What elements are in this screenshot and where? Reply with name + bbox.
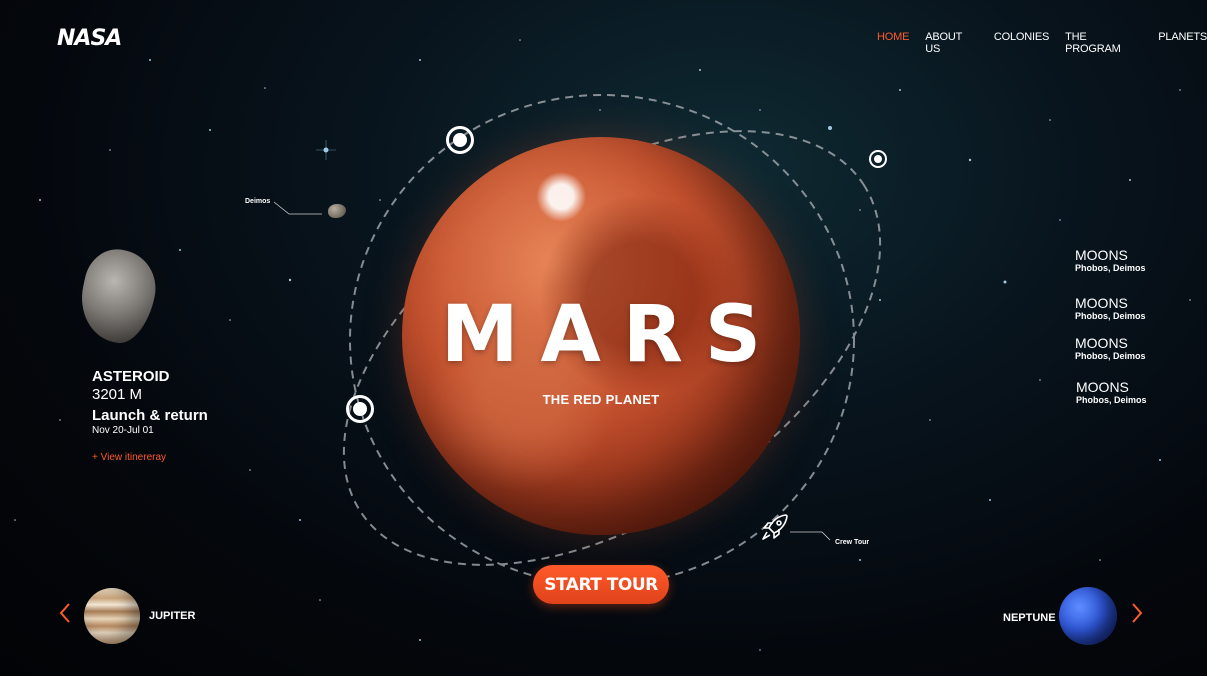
asteroid-launch: Launch & return xyxy=(92,407,208,424)
list-item: MOONS Phobos, Deimos xyxy=(1075,247,1146,273)
asteroid-info: ASTEROID 3201 M Launch & return Nov 20-J… xyxy=(92,368,208,463)
crew-tour-label: Crew Tour xyxy=(835,539,870,546)
chevron-right-icon[interactable] xyxy=(1130,602,1144,624)
moons-names: Phobos, Deimos xyxy=(1076,395,1147,405)
nav-about-us[interactable]: ABOUT US xyxy=(925,31,978,55)
hero-subtitle: THE RED PLANET xyxy=(542,392,660,407)
asteroid-distance: 3201 M xyxy=(92,386,143,403)
moons-heading: MOONS xyxy=(1076,379,1129,395)
moons-names: Phobos, Deimos xyxy=(1075,311,1146,321)
nav-home[interactable]: HOME xyxy=(877,31,909,55)
hero-title: MARS xyxy=(440,290,784,380)
neptune-planet[interactable] xyxy=(1059,587,1117,645)
start-tour-button[interactable]: START TOUR xyxy=(533,565,669,604)
moons-heading: MOONS xyxy=(1075,335,1128,351)
moons-heading: MOONS xyxy=(1075,247,1128,263)
nasa-logo[interactable]: NASA xyxy=(57,26,122,51)
rocket-icon[interactable] xyxy=(760,512,790,542)
orbit-node[interactable] xyxy=(346,395,374,423)
orbit-node[interactable] xyxy=(869,150,887,168)
jupiter-planet[interactable] xyxy=(84,588,140,644)
nav-the-program[interactable]: THE PROGRAM xyxy=(1065,31,1142,55)
chevron-left-icon[interactable] xyxy=(58,602,72,624)
view-itinerary-link[interactable]: + View itinereray xyxy=(92,452,208,463)
previous-planet-label[interactable]: JUPITER xyxy=(149,610,195,622)
list-item: MOONS Phobos, Deimos xyxy=(1075,335,1146,361)
nav-colonies[interactable]: COLONIES xyxy=(994,31,1049,55)
list-item: MOONS Phobos, Deimos xyxy=(1076,379,1147,405)
asteroid-title: ASTEROID xyxy=(92,368,170,385)
list-item: MOONS Phobos, Deimos xyxy=(1075,295,1146,321)
main-nav: HOME ABOUT US COLONIES THE PROGRAM PLANE… xyxy=(877,31,1207,55)
next-planet-label[interactable]: NEPTUNE xyxy=(1003,612,1056,624)
moons-names: Phobos, Deimos xyxy=(1075,263,1146,273)
deimos-label: Deimos xyxy=(245,198,271,205)
moons-names: Phobos, Deimos xyxy=(1075,351,1146,361)
orbit-node[interactable] xyxy=(446,126,474,154)
asteroid-dates: Nov 20-Jul 01 xyxy=(92,425,154,436)
nav-planets[interactable]: PLANETS xyxy=(1158,31,1207,55)
moons-heading: MOONS xyxy=(1075,295,1128,311)
